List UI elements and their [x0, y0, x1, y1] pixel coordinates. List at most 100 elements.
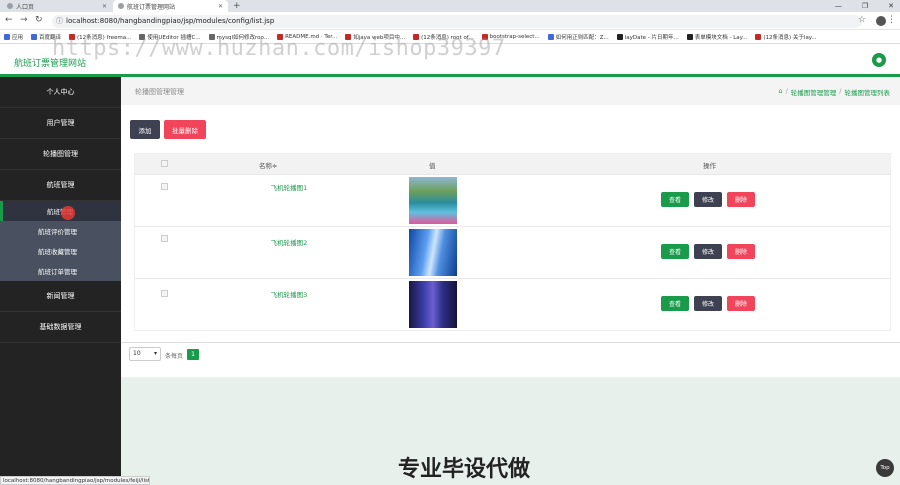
delete-button[interactable]: 删除 [727, 192, 755, 207]
sidebar-subitem-flight-favorites[interactable]: 航班收藏管理 [0, 241, 121, 261]
csdn-icon [755, 33, 762, 40]
profile-icon[interactable] [876, 16, 886, 26]
list-panel: 添加 批量删除 名称≑ 值 操作 飞机轮播图1 查看 修改 删除 飞机轮播图2 [121, 105, 900, 377]
row-name: 飞机轮播图2 [270, 239, 308, 247]
page-icon [7, 3, 13, 9]
row-name: 飞机轮播图3 [270, 291, 308, 299]
edit-button[interactable]: 修改 [694, 296, 722, 311]
sidebar-item-carousel[interactable]: 轮播图管理 [0, 139, 121, 170]
forward-icon[interactable]: → [20, 15, 28, 25]
edit-button[interactable]: 修改 [694, 192, 722, 207]
select-all-checkbox[interactable] [161, 160, 168, 167]
breadcrumb: ⌂ / 轮播图管理管理 / 轮播图管理列表 [778, 87, 890, 97]
bookmark-item[interactable]: layDate - 片日期年... [616, 33, 679, 41]
window-controls: — ❐ ✕ [835, 0, 894, 12]
minimize-icon[interactable]: — [835, 0, 842, 12]
table-row: 飞机轮播图3 查看 修改 删除 [135, 278, 890, 330]
bookmark-label: layDate - 片日期年... [624, 34, 679, 41]
chevron-down-icon: ▾ [153, 350, 157, 357]
bookmark-item[interactable]: 应用 [4, 33, 23, 41]
data-table: 名称≑ 值 操作 飞机轮播图1 查看 修改 删除 飞机轮播图2 查看 修改 删除 [134, 153, 891, 331]
delete-button[interactable]: 删除 [727, 296, 755, 311]
address-bar[interactable]: ⓘ localhost:8080/hangbandingpiao/jsp/mod… [52, 15, 862, 28]
promo-overlay-text: 专业毕设代做 [398, 457, 531, 482]
add-button[interactable]: 添加 [130, 120, 160, 139]
status-bar-url: localhost:8080/hangbandingpiao/jsp/modul… [0, 476, 150, 485]
view-button[interactable]: 查看 [661, 192, 689, 207]
bookmark-label: (12条消息) 关于lay... [763, 34, 817, 41]
user-icon[interactable]: ● [872, 53, 886, 67]
watermark: https://www.huzhan.com/ishop39397 [52, 36, 506, 61]
browser-toolbar: ← → ↻ ⓘ localhost:8080/hangbandingpiao/j… [0, 12, 900, 30]
breadcrumb-current: 轮播图管理列表 [844, 89, 891, 97]
tab-label: 人口页 [16, 3, 35, 11]
site-info-icon[interactable]: ⓘ [56, 15, 63, 28]
site-icon [547, 33, 554, 40]
view-button[interactable]: 查看 [661, 296, 689, 311]
sidebar-subitem-flight-orders[interactable]: 航班订单管理 [0, 261, 121, 281]
sidebar-item-news[interactable]: 新闻管理 [0, 281, 121, 312]
column-header-value: 值 [429, 162, 436, 170]
url-text: localhost:8080/hangbandingpiao/jsp/modul… [66, 17, 275, 25]
sidebar-item-users[interactable]: 用户管理 [0, 108, 121, 139]
sidebar-item-personal-center[interactable]: 个人中心 [0, 77, 121, 108]
browser-tab[interactable]: 人口页 ✕ [2, 0, 112, 12]
page-icon [118, 3, 124, 9]
view-button[interactable]: 查看 [661, 244, 689, 259]
maximize-icon[interactable]: ❐ [862, 0, 868, 12]
delete-button[interactable]: 删除 [727, 244, 755, 259]
menu-icon[interactable]: ⋮ [887, 15, 896, 25]
page-size-select[interactable]: 10 ▾ [129, 347, 161, 361]
new-tab-button[interactable]: + [233, 0, 241, 12]
browser-tab-bar: 人口页 ✕ 航班订票管理网站 ✕ + — ❐ ✕ [0, 0, 900, 12]
close-tab-icon[interactable]: ✕ [218, 3, 223, 10]
carousel-image [409, 177, 457, 224]
column-header-action: 操作 [703, 162, 716, 170]
row-checkbox[interactable] [161, 183, 168, 190]
bookmark-item[interactable]: (12条消息) 关于lay... [755, 33, 817, 41]
page-size-value: 10 [133, 350, 141, 357]
crumb-bar: 轮播图管理管理 ⌂ / 轮播图管理管理 / 轮播图管理列表 [121, 77, 900, 105]
browser-tab-active[interactable]: 航班订票管理网站 ✕ [113, 0, 228, 12]
page-title: 轮播图管理管理 [135, 88, 184, 96]
tab-label: 航班订票管理网站 [127, 3, 176, 11]
table-header: 名称≑ 值 操作 [135, 154, 890, 174]
bookmark-label: 应用 [12, 34, 24, 41]
layui-icon [616, 33, 623, 40]
baidu-icon [31, 33, 38, 40]
bookmark-item[interactable]: 表单模块文档 - Lay... [686, 33, 748, 41]
close-window-icon[interactable]: ✕ [888, 0, 894, 12]
page-number-button[interactable]: 1 [187, 349, 199, 360]
bookmark-item[interactable]: 如何用正则匹配：Z... [547, 33, 609, 41]
home-icon[interactable]: ⌂ [778, 87, 782, 97]
edit-button[interactable]: 修改 [694, 244, 722, 259]
sidebar: 个人中心 用户管理 轮播图管理 航班管理 航班管理 航班评价管理 航班收藏管理 … [0, 77, 121, 485]
pagination-bar: 10 ▾ 条每页 1 [121, 342, 900, 366]
back-to-top-button[interactable]: Top [876, 459, 894, 477]
mouse-cursor-highlight [61, 206, 75, 220]
carousel-image [409, 229, 457, 276]
carousel-image [409, 281, 457, 328]
layui-icon [686, 33, 693, 40]
row-name: 飞机轮播图1 [270, 184, 308, 192]
row-checkbox[interactable] [161, 235, 168, 242]
close-tab-icon[interactable]: ✕ [102, 3, 107, 10]
bookmark-star-icon[interactable]: ☆ [858, 15, 866, 25]
bookmark-label: 表单模块文档 - Lay... [694, 34, 748, 41]
column-header-name[interactable]: 名称≑ [259, 160, 277, 170]
main-content: 轮播图管理管理 ⌂ / 轮播图管理管理 / 轮播图管理列表 添加 批量删除 名称… [121, 77, 900, 485]
breadcrumb-link[interactable]: 轮播图管理管理 [791, 87, 837, 97]
sidebar-subitem-flight-reviews[interactable]: 航班评价管理 [0, 221, 121, 241]
table-row: 飞机轮播图1 查看 修改 删除 [135, 174, 890, 226]
footer-area: 专业毕设代做 [121, 378, 900, 485]
sidebar-item-flights[interactable]: 航班管理 [0, 170, 121, 201]
row-checkbox[interactable] [161, 290, 168, 297]
reload-icon[interactable]: ↻ [35, 15, 43, 25]
table-row: 飞机轮播图2 查看 修改 删除 [135, 226, 890, 278]
batch-delete-button[interactable]: 批量删除 [164, 120, 206, 139]
per-page-label: 条每页 [165, 353, 184, 360]
bookmark-label: 如何用正则匹配：Z... [555, 34, 609, 41]
sidebar-item-base-data[interactable]: 基础数据管理 [0, 312, 121, 343]
apps-icon [4, 33, 10, 40]
back-icon[interactable]: ← [5, 15, 13, 25]
